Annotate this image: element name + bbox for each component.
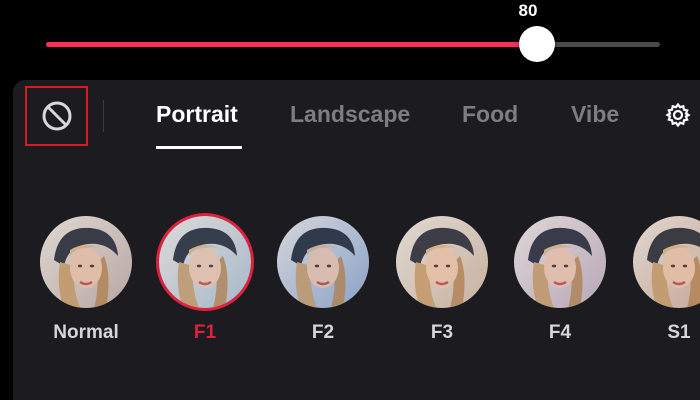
filter-item-normal[interactable]: Normal bbox=[38, 216, 134, 344]
filter-item-f3[interactable]: F3 bbox=[394, 216, 490, 344]
no-filter-icon bbox=[42, 101, 71, 131]
intensity-slider[interactable] bbox=[46, 24, 660, 64]
filter-label: F2 bbox=[311, 322, 335, 343]
portrait-image bbox=[514, 216, 606, 308]
portrait-image bbox=[277, 216, 369, 308]
toolbar-divider bbox=[103, 100, 104, 132]
slider-value-label: 80 bbox=[518, 1, 538, 20]
tab-vibe[interactable]: Vibe bbox=[571, 101, 619, 128]
filter-item-f1[interactable]: F1 bbox=[157, 216, 253, 344]
gear-icon bbox=[665, 102, 691, 128]
tab-portrait[interactable]: Portrait bbox=[156, 101, 238, 128]
no-filter-button[interactable] bbox=[25, 86, 88, 146]
filter-thumbnail[interactable] bbox=[159, 216, 251, 308]
slider-thumb[interactable] bbox=[519, 26, 556, 62]
filter-item-s1[interactable]: S1 bbox=[631, 216, 700, 344]
filter-thumbnail[interactable] bbox=[396, 216, 488, 308]
portrait-image bbox=[396, 216, 488, 308]
filter-thumbnail[interactable] bbox=[40, 216, 132, 308]
slider-fill bbox=[46, 42, 538, 47]
filter-label: Normal bbox=[53, 322, 119, 343]
filter-editor: 80 Portrait Landscape Food Vibe Normal F… bbox=[0, 0, 700, 400]
filter-thumbnail[interactable] bbox=[633, 216, 700, 308]
filter-item-f2[interactable]: F2 bbox=[275, 216, 371, 344]
portrait-image bbox=[633, 216, 700, 308]
tab-food[interactable]: Food bbox=[462, 101, 518, 128]
portrait-image bbox=[40, 216, 132, 308]
filter-item-f4[interactable]: F4 bbox=[512, 216, 608, 344]
filter-label: S1 bbox=[667, 322, 691, 343]
tab-landscape[interactable]: Landscape bbox=[290, 101, 410, 128]
filter-label: F4 bbox=[548, 322, 572, 343]
filter-thumbnail[interactable] bbox=[514, 216, 606, 308]
portrait-image bbox=[159, 216, 251, 308]
filter-thumbnail[interactable] bbox=[277, 216, 369, 308]
filter-label: F1 bbox=[193, 322, 217, 343]
filter-label: F3 bbox=[430, 322, 454, 343]
active-tab-indicator bbox=[156, 146, 242, 149]
settings-button[interactable] bbox=[664, 101, 692, 129]
